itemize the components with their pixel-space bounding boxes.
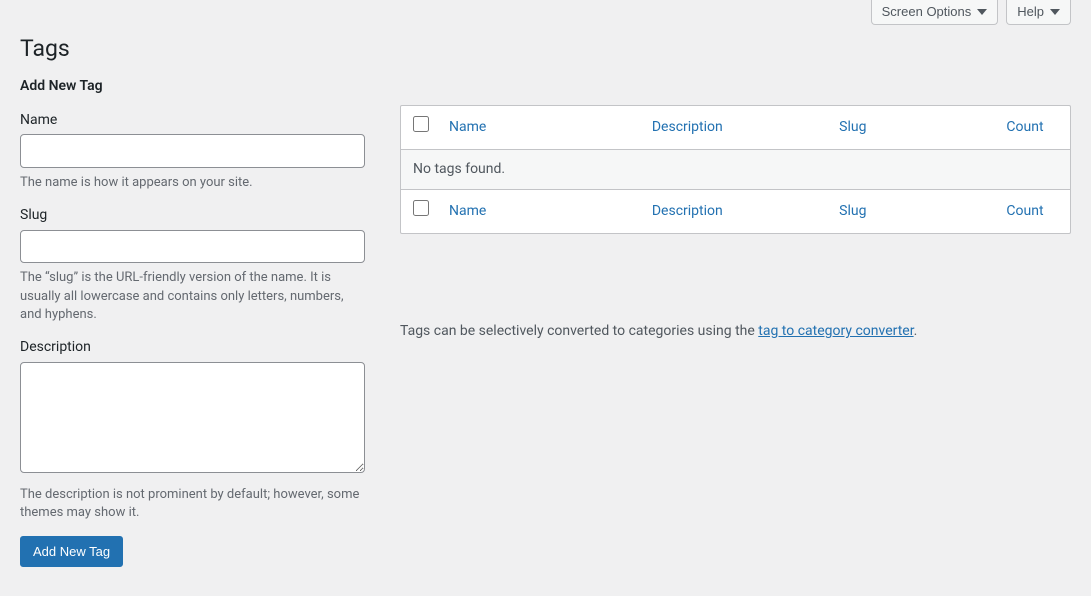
column-slug-header[interactable]: Slug <box>839 119 866 135</box>
caret-down-icon <box>977 9 987 15</box>
description-field-wrapper: Description The description is not promi… <box>20 338 365 522</box>
screen-options-button[interactable]: Screen Options <box>871 0 999 25</box>
tags-table: Name Description Slug Count No tags foun… <box>400 105 1071 234</box>
column-description-header[interactable]: Description <box>652 119 723 135</box>
column-count-header[interactable]: Count <box>1006 119 1043 135</box>
description-textarea[interactable] <box>20 362 365 474</box>
converter-note: Tags can be selectively converted to cat… <box>400 322 1071 342</box>
converter-suffix: . <box>914 323 918 339</box>
caret-down-icon <box>1050 9 1060 15</box>
table-row-empty: No tags found. <box>401 150 1070 190</box>
screen-options-label: Screen Options <box>882 4 972 19</box>
column-count-footer[interactable]: Count <box>1006 203 1043 219</box>
converter-prefix: Tags can be selectively converted to cat… <box>400 323 758 339</box>
slug-help: The “slug” is the URL-friendly version o… <box>20 269 365 324</box>
column-description-footer[interactable]: Description <box>652 203 723 219</box>
name-label: Name <box>20 111 365 131</box>
add-new-tag-button[interactable]: Add New Tag <box>20 536 123 567</box>
select-all-top-checkbox[interactable] <box>413 116 429 132</box>
add-tag-form: Add New Tag Name The name is how it appe… <box>20 77 365 567</box>
name-input[interactable] <box>20 134 365 168</box>
name-help: The name is how it appears on your site. <box>20 174 365 192</box>
column-name-footer[interactable]: Name <box>449 203 486 219</box>
no-tags-message: No tags found. <box>401 150 1070 190</box>
slug-field-wrapper: Slug The “slug” is the URL-friendly vers… <box>20 206 365 324</box>
column-slug-footer[interactable]: Slug <box>839 203 866 219</box>
description-label: Description <box>20 338 365 358</box>
slug-label: Slug <box>20 206 365 226</box>
form-title: Add New Tag <box>20 77 365 97</box>
name-field-wrapper: Name The name is how it appears on your … <box>20 111 365 192</box>
description-help: The description is not prominent by defa… <box>20 486 365 522</box>
page-title: Tags <box>20 33 1071 65</box>
slug-input[interactable] <box>20 230 365 264</box>
tag-to-category-link[interactable]: tag to category converter <box>758 323 913 339</box>
help-label: Help <box>1017 4 1044 19</box>
column-name-header[interactable]: Name <box>449 119 486 135</box>
select-all-bottom-checkbox[interactable] <box>413 200 429 216</box>
help-button[interactable]: Help <box>1006 0 1071 25</box>
